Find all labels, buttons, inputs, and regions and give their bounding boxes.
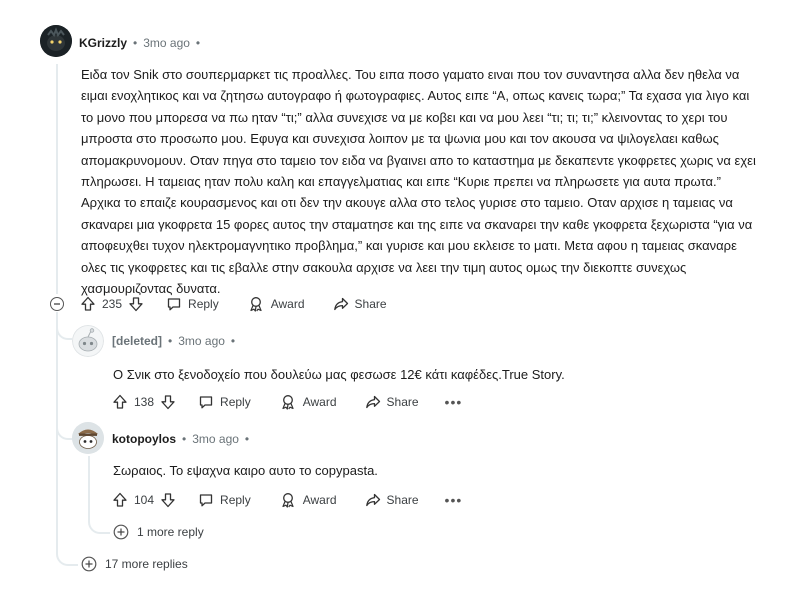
snoo-avatar-icon — [72, 422, 104, 454]
timestamp[interactable]: 3mo ago — [178, 334, 225, 348]
upvote-button[interactable] — [80, 296, 96, 312]
timestamp[interactable]: 3mo ago — [192, 432, 239, 446]
comment-header: [deleted] • 3mo ago • — [112, 334, 235, 348]
upvote-icon — [113, 492, 127, 507]
vote-count: 235 — [102, 297, 123, 311]
comment-header: kotopoylos • 3mo ago • — [112, 432, 249, 446]
reply-label: Reply — [220, 395, 251, 409]
vote-count: 104 — [134, 493, 155, 507]
award-label: Award — [270, 297, 305, 311]
award-button[interactable]: Award — [279, 492, 337, 508]
thread-connector-3 — [56, 540, 78, 566]
separator-dot: • — [244, 432, 250, 446]
reply-icon — [199, 494, 213, 507]
downvote-button[interactable] — [160, 394, 176, 410]
share-button[interactable]: Share — [365, 394, 419, 410]
plus-circle-icon — [81, 556, 97, 572]
award-label: Award — [302, 395, 337, 409]
vote-count: 138 — [134, 395, 155, 409]
timestamp[interactable]: 3mo ago — [143, 36, 190, 50]
username[interactable]: KGrizzly — [79, 36, 127, 50]
award-icon — [282, 493, 294, 508]
reply-button[interactable]: Reply — [198, 492, 251, 508]
more-options-button[interactable]: ••• — [445, 492, 463, 508]
avatar[interactable] — [72, 325, 104, 357]
more-replies-label: 1 more reply — [137, 525, 204, 539]
more-replies-nested-button[interactable]: 1 more reply — [113, 524, 204, 540]
plus-circle-icon — [113, 524, 129, 540]
share-icon — [333, 297, 348, 311]
reply-button[interactable]: Reply — [166, 296, 219, 312]
more-replies-top-button[interactable]: 17 more replies — [81, 556, 188, 572]
downvote-button[interactable] — [128, 296, 144, 312]
reply-button[interactable]: Reply — [198, 394, 251, 410]
minus-circle-icon — [54, 303, 60, 305]
avatar[interactable] — [72, 422, 104, 454]
comment-body: Ειδα τον Snik στο σουπερμαρκετ τις προαλ… — [81, 67, 756, 297]
more-options-button[interactable]: ••• — [445, 394, 463, 410]
comment-body: Ο Σνικ στο ξενοδοχείο που δουλεύω μας φε… — [113, 367, 565, 382]
share-icon — [365, 395, 380, 409]
award-label: Award — [302, 493, 337, 507]
reply-label: Reply — [188, 297, 219, 311]
downvote-icon — [129, 297, 143, 312]
thread-connector-nested — [88, 510, 110, 534]
downvote-icon — [161, 493, 175, 508]
comment-actions: 104 Reply Award Share ••• — [112, 491, 462, 509]
separator-dot: • — [133, 36, 138, 50]
award-icon — [250, 297, 262, 312]
reply-label: Reply — [220, 493, 251, 507]
avatar[interactable] — [40, 25, 72, 57]
separator-dot: • — [195, 36, 201, 50]
comment-body: Σωραιος. Το εψαχνα καιρο αυτο το copypas… — [113, 463, 378, 478]
reply-icon — [199, 396, 213, 409]
deleted-user-snoo-icon — [72, 325, 104, 357]
reply-icon — [167, 298, 181, 311]
more-replies-label: 17 more replies — [105, 557, 188, 571]
thread-line-main[interactable] — [56, 64, 58, 294]
separator-dot: • — [230, 334, 236, 348]
upvote-button[interactable] — [112, 492, 128, 508]
downvote-button[interactable] — [160, 492, 176, 508]
share-label: Share — [386, 395, 419, 409]
username: [deleted] — [112, 334, 163, 348]
share-button[interactable]: Share — [365, 492, 419, 508]
separator-dot: • — [168, 334, 173, 348]
snoo-avatar-icon — [40, 25, 72, 57]
upvote-button[interactable] — [112, 394, 128, 410]
award-button[interactable]: Award — [247, 296, 305, 312]
upvote-icon — [81, 296, 95, 311]
award-button[interactable]: Award — [279, 394, 337, 410]
upvote-icon — [113, 394, 127, 409]
share-button[interactable]: Share — [333, 296, 387, 312]
comment-actions: 138 Reply Award Share ••• — [112, 393, 462, 411]
downvote-icon — [161, 395, 175, 410]
collapse-thread-button[interactable] — [50, 297, 64, 311]
share-label: Share — [354, 297, 387, 311]
award-icon — [282, 395, 294, 410]
comment-actions: 235 Reply Award Share — [80, 295, 387, 313]
thread-line-nested[interactable] — [88, 456, 90, 514]
username[interactable]: kotopoylos — [112, 432, 176, 446]
share-icon — [365, 493, 380, 507]
separator-dot: • — [182, 432, 187, 446]
share-label: Share — [386, 493, 419, 507]
comment-header: KGrizzly • 3mo ago • — [79, 36, 200, 50]
